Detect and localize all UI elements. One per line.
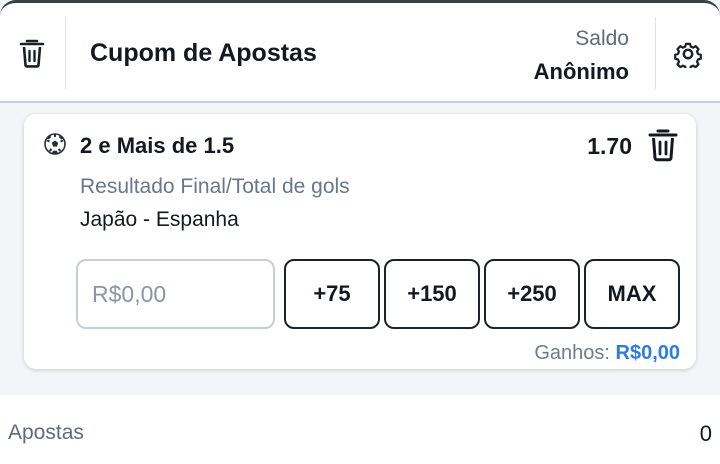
bets-label: Apostas	[8, 421, 84, 444]
settings-button[interactable]	[672, 37, 704, 71]
quick-stake-250-button[interactable]: +250	[484, 259, 580, 329]
winnings-value: R$0,00	[615, 342, 681, 364]
max-stake-button[interactable]: MAX	[584, 259, 680, 329]
bets-count: 0	[699, 421, 712, 446]
trash-icon	[648, 129, 678, 162]
gear-icon	[674, 42, 702, 68]
bet-card: 2 e Mais de 1.5 1.70 Resultado Final/Tot…	[24, 114, 696, 369]
stake-input[interactable]	[76, 259, 275, 329]
remove-bet-button[interactable]	[646, 126, 680, 164]
page-title: Cupom de Apostas	[90, 39, 317, 67]
selection-name: 2 e Mais de 1.5	[80, 133, 235, 158]
match-name: Japão - Espanha	[80, 208, 239, 231]
trash-icon	[19, 39, 45, 68]
betslip-header: Cupom de Apostas Saldo Anônimo	[0, 0, 720, 103]
market-name: Resultado Final/Total de gols	[80, 175, 350, 198]
quick-stake-150-button[interactable]: +150	[384, 259, 480, 329]
header-divider	[655, 17, 656, 89]
potential-winnings: Ganhos: R$0,00	[534, 342, 680, 365]
header-divider	[65, 17, 66, 89]
balance-label: Saldo	[575, 27, 629, 50]
odds-value: 1.70	[587, 133, 632, 159]
balance-value: Anônimo	[533, 59, 629, 84]
bets-summary: Apostas 0	[0, 395, 720, 464]
winnings-label: Ganhos:	[534, 342, 610, 364]
soccer-ball-icon	[44, 133, 66, 155]
clear-betslip-button[interactable]	[12, 31, 52, 75]
quick-stake-75-button[interactable]: +75	[284, 259, 380, 329]
